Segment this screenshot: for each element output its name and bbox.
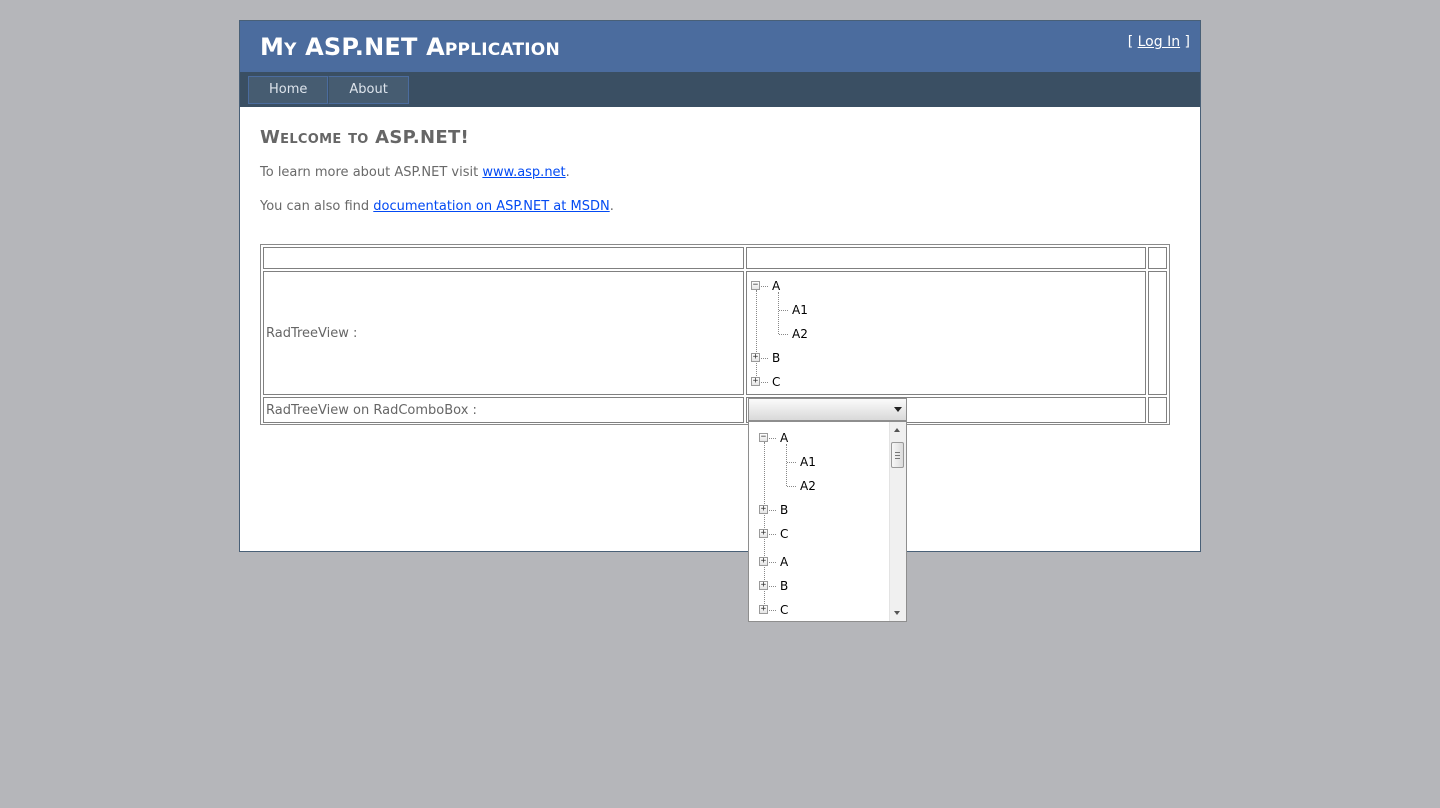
- expand-icon[interactable]: +: [751, 377, 760, 386]
- table-cell: [1148, 247, 1167, 269]
- combo-tree-node-c[interactable]: C: [780, 526, 788, 542]
- expand-icon[interactable]: +: [751, 353, 760, 362]
- table-cell: RadTreeView on RadComboBox :: [263, 397, 744, 423]
- scroll-thumb[interactable]: [891, 442, 904, 468]
- expand-icon[interactable]: +: [759, 505, 768, 514]
- msdn-link[interactable]: documentation on ASP.NET at MSDN: [373, 199, 609, 214]
- intro-text: To learn more about ASP.NET visit: [260, 165, 483, 180]
- tree-node-a[interactable]: A: [772, 278, 780, 294]
- scroll-down-arrow-icon[interactable]: [894, 611, 900, 615]
- docs-paragraph: You can also find documentation on ASP.N…: [260, 199, 614, 214]
- tree-node-a2[interactable]: A2: [792, 326, 808, 342]
- radcombobox[interactable]: [748, 398, 907, 421]
- menu-item-home[interactable]: Home: [248, 76, 329, 104]
- combo-tree-node-c[interactable]: C: [780, 602, 788, 618]
- scroll-up-arrow-icon[interactable]: [894, 428, 900, 432]
- menu-item-about[interactable]: About: [328, 76, 409, 104]
- nav-menu: Home About: [248, 76, 409, 104]
- combo-tree-node-a1[interactable]: A1: [800, 454, 816, 470]
- table-cell: [1148, 397, 1167, 423]
- tree-node-c[interactable]: C: [772, 374, 780, 390]
- treeview-label: RadTreeView :: [266, 326, 358, 341]
- table-cell: RadTreeView :: [263, 271, 744, 395]
- tree-node-b[interactable]: B: [772, 350, 780, 366]
- intro-paragraph: To learn more about ASP.NET visit www.as…: [260, 165, 570, 180]
- login-link[interactable]: Log In: [1138, 34, 1180, 50]
- combo-tree-node-b[interactable]: B: [780, 502, 788, 518]
- combo-tree-node-a2[interactable]: A2: [800, 478, 816, 494]
- table-cell: [1148, 271, 1167, 395]
- combo-label: RadTreeView on RadComboBox :: [266, 403, 477, 418]
- combo-tree-node-b[interactable]: B: [780, 578, 788, 594]
- intro-end: .: [565, 165, 570, 180]
- expand-icon[interactable]: +: [759, 605, 768, 614]
- docs-text: You can also find: [260, 199, 374, 214]
- app-title: My ASP.NET Application: [260, 33, 560, 61]
- layout-table: RadTreeView : RadTreeView on RadComboBox…: [260, 244, 1170, 425]
- dropdown-scrollbar[interactable]: [889, 422, 906, 621]
- chevron-down-icon[interactable]: [894, 407, 902, 412]
- expand-icon[interactable]: +: [759, 529, 768, 538]
- login-prefix: [: [1127, 34, 1138, 50]
- login-suffix: ]: [1180, 34, 1190, 50]
- combo-tree-node-a[interactable]: A: [780, 554, 788, 570]
- collapse-icon[interactable]: −: [759, 433, 768, 442]
- combo-tree-node-a[interactable]: A: [780, 430, 788, 446]
- docs-end: .: [609, 199, 614, 214]
- page-title: Welcome to ASP.NET!: [260, 127, 470, 148]
- login-display: [ Log In ]: [1128, 34, 1190, 50]
- table-cell: [746, 247, 1146, 269]
- combo-dropdown: − A A1 A2 + B + C + A + B + C: [748, 421, 907, 622]
- table-cell: [263, 247, 744, 269]
- expand-icon[interactable]: +: [759, 581, 768, 590]
- expand-icon[interactable]: +: [759, 557, 768, 566]
- tree-node-a1[interactable]: A1: [792, 302, 808, 318]
- page-container: My ASP.NET Application [ Log In ] Home A…: [239, 20, 1201, 552]
- menu-bar: Home About: [240, 72, 1200, 107]
- header: My ASP.NET Application [ Log In ]: [240, 21, 1200, 72]
- collapse-icon[interactable]: −: [751, 281, 760, 290]
- asp-net-link[interactable]: www.asp.net: [482, 165, 565, 180]
